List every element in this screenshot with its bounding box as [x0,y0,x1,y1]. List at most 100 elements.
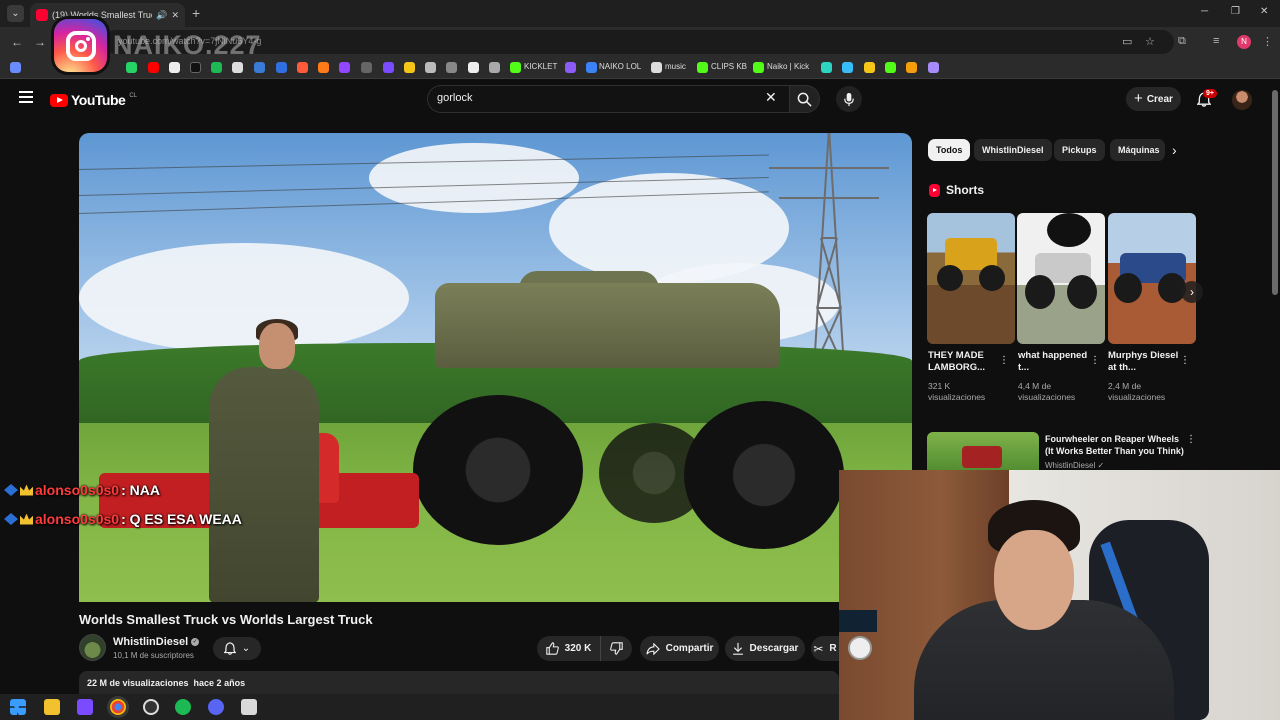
page-scrollbar[interactable] [1272,90,1278,295]
bookmark-icon[interactable] [842,62,853,73]
minimize-button[interactable]: ─ [1201,6,1208,17]
chrome-icon[interactable] [110,699,126,715]
chip-maquinas[interactable]: Máquinas [1110,139,1165,161]
voice-search-button[interactable] [836,86,862,112]
chip-whistlindiesel[interactable]: WhistlinDiesel [974,139,1052,161]
bookmark-icon[interactable] [383,62,394,73]
obs-icon[interactable] [143,699,159,715]
tiktok-icon[interactable] [190,62,201,73]
bookmark-label[interactable]: music [665,62,686,71]
short-thumbnail[interactable] [927,213,1015,344]
menu-hamburger-icon[interactable] [19,91,33,103]
mic-icon [844,92,854,107]
bookmark-star-icon[interactable]: ☆ [1145,35,1155,48]
taskbar-app-icon[interactable] [77,699,93,715]
recommended-more-icon[interactable]: ⋮ [1186,434,1196,445]
bookmark-icon[interactable] [232,62,243,73]
bookmark-icon[interactable] [906,62,917,73]
short-title[interactable]: what happened t... [1018,350,1090,374]
bookmark-label[interactable]: Naiko | Kick [767,62,809,71]
short-title[interactable]: THEY MADE LAMBORG... [928,350,1000,374]
bookmark-label[interactable]: KICKLET [524,62,557,71]
url-field[interactable]: youtube.com/watch?v=7jNiNu6Y4-g [104,30,1174,54]
bookmark-icon[interactable] [885,62,896,73]
youtube-bookmark-icon[interactable] [148,62,159,73]
browser-tab[interactable]: (19) Worlds Smallest Truck 🔊 ✕ [30,3,185,27]
short-thumbnail[interactable] [1108,213,1196,344]
whatsapp-icon[interactable] [126,62,137,73]
back-button[interactable]: ← [11,35,23,49]
chevron-right-icon[interactable]: › [1172,142,1177,158]
kick-icon[interactable] [510,62,521,73]
share-button[interactable]: Compartir [640,636,719,661]
bookmark-icon[interactable] [318,62,329,73]
bookmark-icon[interactable] [489,62,500,73]
bookmark-icon[interactable] [254,62,265,73]
windows-start-icon[interactable] [10,699,26,715]
short-more-icon[interactable]: ⋮ [1180,355,1190,366]
twitch-icon[interactable] [339,62,350,73]
search-button[interactable] [789,85,820,113]
download-button[interactable]: Descargar [725,636,805,661]
forward-button[interactable]: → [34,35,46,49]
dislike-button[interactable] [601,636,632,661]
short-title[interactable]: Murphys Diesel at th... [1108,350,1180,374]
close-window-button[interactable]: ✕ [1260,6,1268,17]
tab-audio-icon[interactable]: 🔊 [156,10,167,21]
short-more-icon[interactable]: ⋮ [1090,355,1100,366]
short-thumbnail[interactable] [1017,213,1105,344]
bookmark-icon[interactable] [586,62,597,73]
clip-button[interactable]: ✂ R [811,636,839,661]
bookmark-label[interactable]: NAIKO LOL [599,62,641,71]
bookmark-icon[interactable] [864,62,875,73]
media-icon[interactable]: ≡ [1213,35,1219,47]
bookmark-icon[interactable] [361,62,372,73]
tab-close-icon[interactable]: ✕ [171,10,179,21]
cast-icon[interactable]: ▭ [1122,35,1132,48]
music-icon[interactable] [651,62,662,73]
extensions-icon[interactable]: ⧉ [1178,35,1186,48]
apps-grid-icon[interactable] [10,62,21,73]
subscription-bell-button[interactable]: ⌄ [213,637,261,660]
bookmark-icon[interactable] [297,62,308,73]
spotify-icon[interactable] [211,62,222,73]
youtube-logo[interactable]: YouTube CL [50,92,137,108]
bookmark-icon[interactable] [425,62,436,73]
chip-todos[interactable]: Todos [928,139,971,161]
bookmark-label[interactable]: CLIPS KB [711,62,747,71]
x-icon[interactable] [169,62,180,73]
file-explorer-icon[interactable] [44,699,60,715]
kick-icon[interactable] [697,62,708,73]
bookmark-icon[interactable] [821,62,832,73]
create-button[interactable]: + Crear [1126,87,1181,111]
channel-name-row[interactable]: WhistlinDiesel ✓ [113,636,200,648]
spotify-icon[interactable] [175,699,191,715]
search-input[interactable] [437,92,737,104]
bookmark-icon[interactable] [446,62,457,73]
clear-search-icon[interactable]: ✕ [765,90,777,104]
discord-icon[interactable] [208,699,224,715]
account-avatar[interactable] [1232,90,1252,110]
shorts-next-button[interactable]: › [1181,281,1203,303]
channel-name[interactable]: WhistlinDiesel [113,636,188,648]
recommended-video-title[interactable]: Fourwheeler on Reaper Wheels (It Works B… [1045,433,1185,457]
short-more-icon[interactable]: ⋮ [999,355,1009,366]
chip-pickups[interactable]: Pickups [1054,139,1105,161]
recommended-video-thumbnail[interactable] [927,432,1039,474]
tab-search-button[interactable]: ⌄ [7,5,24,22]
browser-menu-icon[interactable]: ⋮ [1262,35,1273,48]
bookmark-icon[interactable] [404,62,415,73]
like-button[interactable]: 320 K [537,636,601,661]
bookmark-icon[interactable] [276,62,287,73]
video-player[interactable] [79,133,912,602]
kick-icon[interactable] [753,62,764,73]
bookmark-icon[interactable] [928,62,939,73]
profile-avatar[interactable]: N [1237,35,1251,49]
recommended-video-channel[interactable]: WhistlinDiesel ✓ [1045,461,1104,470]
calculator-icon[interactable] [241,699,257,715]
maximize-button[interactable]: ❐ [1231,6,1240,17]
new-tab-button[interactable]: + [192,5,200,21]
bookmark-icon[interactable] [565,62,576,73]
bookmark-icon[interactable] [468,62,479,73]
channel-avatar[interactable] [79,634,106,661]
